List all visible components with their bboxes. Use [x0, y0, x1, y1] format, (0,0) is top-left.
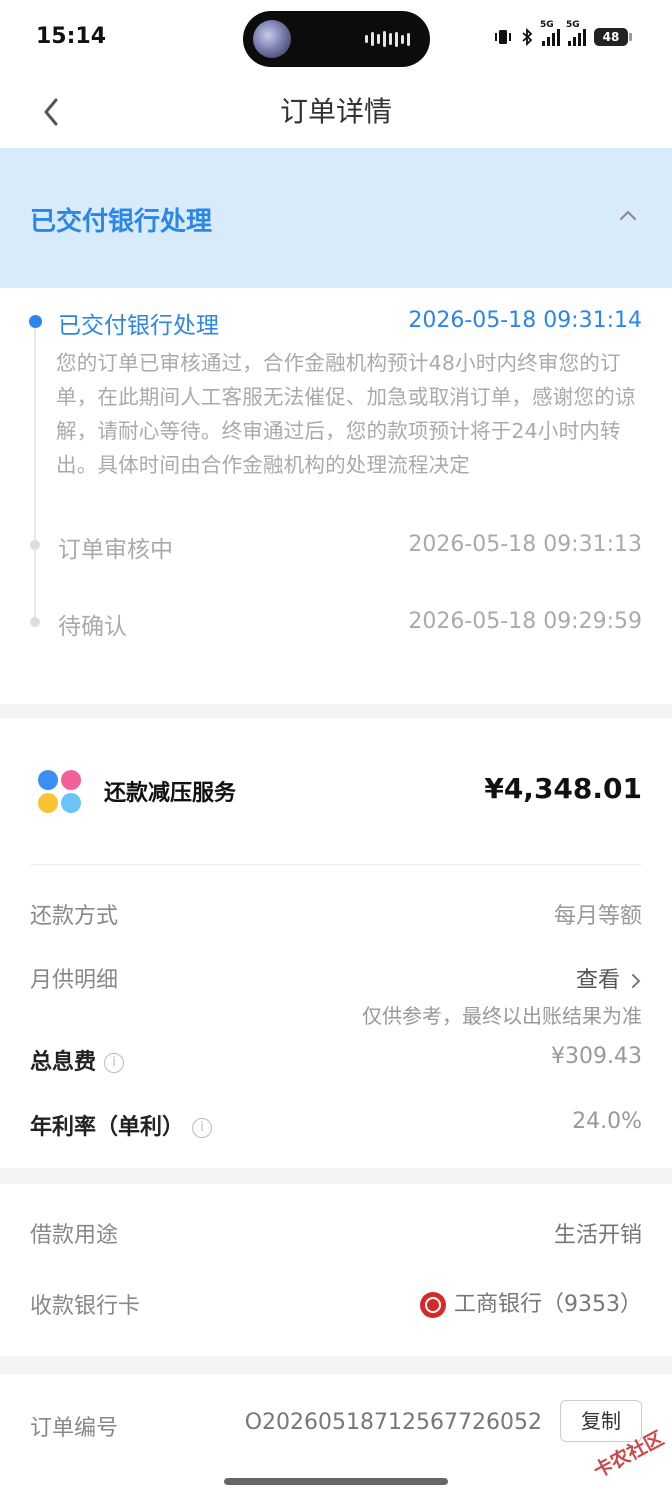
loan-info-card: 借款用途 生活开销 收款银行卡 工商银行（9353） [0, 1184, 672, 1356]
timeline-dot [30, 540, 40, 550]
status-icons: 5G 5G 48 [494, 20, 632, 46]
timeline-dot [30, 617, 40, 627]
service-card: 还款减压服务 ¥4,348.01 还款方式 每月等额 月供明细 查看 仅供参考，… [0, 718, 672, 1168]
service-amount: ¥4,348.01 [484, 772, 642, 805]
status-banner-title: 已交付银行处理 [30, 207, 213, 237]
timeline-step-time: 2026-05-18 09:31:14 [408, 308, 642, 333]
repayment-method-value: 每月等额 [553, 904, 642, 929]
monthly-detail-label: 月供明细 [30, 968, 119, 993]
annual-rate-label-text: 年利率（单利） [30, 1115, 185, 1140]
total-interest-value: ¥309.43 [551, 1044, 642, 1069]
timeline-line [34, 326, 36, 626]
status-bar: 15:14 5G 5G 48 [0, 0, 672, 76]
order-number-value: O20260518712567726052 [244, 1410, 542, 1435]
bluetooth-icon [522, 28, 533, 46]
monthly-detail-note: 仅供参考，最终以出账结果为准 [362, 1004, 642, 1028]
bank-card-label: 收款银行卡 [30, 1294, 141, 1319]
timeline-dot-active [29, 315, 42, 328]
timeline-step-label: 待确认 [58, 614, 127, 640]
timeline-step-time: 2026-05-18 09:29:59 [408, 609, 642, 634]
info-icon[interactable]: i [104, 1053, 125, 1073]
copy-button[interactable]: 复制 [560, 1400, 642, 1442]
chevron-right-icon [632, 974, 641, 988]
status-banner[interactable]: 已交付银行处理 [0, 148, 672, 288]
annual-rate-value: 24.0% [572, 1109, 642, 1134]
icbc-logo-icon [420, 1292, 446, 1318]
status-time: 15:14 [36, 24, 107, 49]
bank-card-value: 工商银行（9353） [420, 1286, 642, 1318]
signal-5g-icon: 5G [540, 20, 560, 46]
signal-5g-icon-2: 5G [566, 20, 586, 46]
total-interest-label-text: 总息费 [30, 1050, 97, 1075]
loan-purpose-value: 生活开销 [553, 1223, 642, 1248]
dynamic-island[interactable] [243, 11, 430, 67]
timeline-step-time: 2026-05-18 09:31:13 [408, 532, 642, 557]
order-timeline: 已交付银行处理 2026-05-18 09:31:14 您的订单已审核通过，合作… [0, 288, 672, 704]
total-interest-label: 总息费 i [30, 1044, 125, 1076]
home-indicator[interactable] [224, 1478, 448, 1485]
service-name: 还款减压服务 [104, 781, 237, 806]
monthly-detail-link[interactable]: 查看 [576, 962, 642, 994]
monthly-detail-link-text: 查看 [575, 968, 620, 993]
vibrate-icon [495, 30, 511, 44]
info-icon[interactable]: i [192, 1118, 213, 1138]
order-number-label: 订单编号 [30, 1416, 119, 1441]
audio-wave-icon [365, 31, 410, 47]
chevron-up-icon[interactable] [618, 208, 638, 222]
repayment-method-label: 还款方式 [30, 904, 119, 929]
timeline-step-description: 您的订单已审核通过，合作金融机构预计48小时内终审您的订单，在此期间人工客服无法… [56, 351, 636, 477]
timeline-step-label: 已交付银行处理 [58, 313, 219, 339]
annual-rate-label: 年利率（单利） i [30, 1109, 213, 1141]
loan-purpose-label: 借款用途 [30, 1223, 119, 1248]
media-artwork-icon [253, 20, 291, 58]
bank-card-value-text: 工商银行（9353） [454, 1292, 642, 1317]
page-title: 订单详情 [279, 95, 392, 128]
nav-bar: 订单详情 [0, 76, 672, 148]
timeline-step-label: 订单审核中 [58, 537, 173, 563]
battery-icon: 48 [594, 28, 632, 46]
service-app-icon [38, 770, 82, 814]
divider [30, 864, 642, 865]
